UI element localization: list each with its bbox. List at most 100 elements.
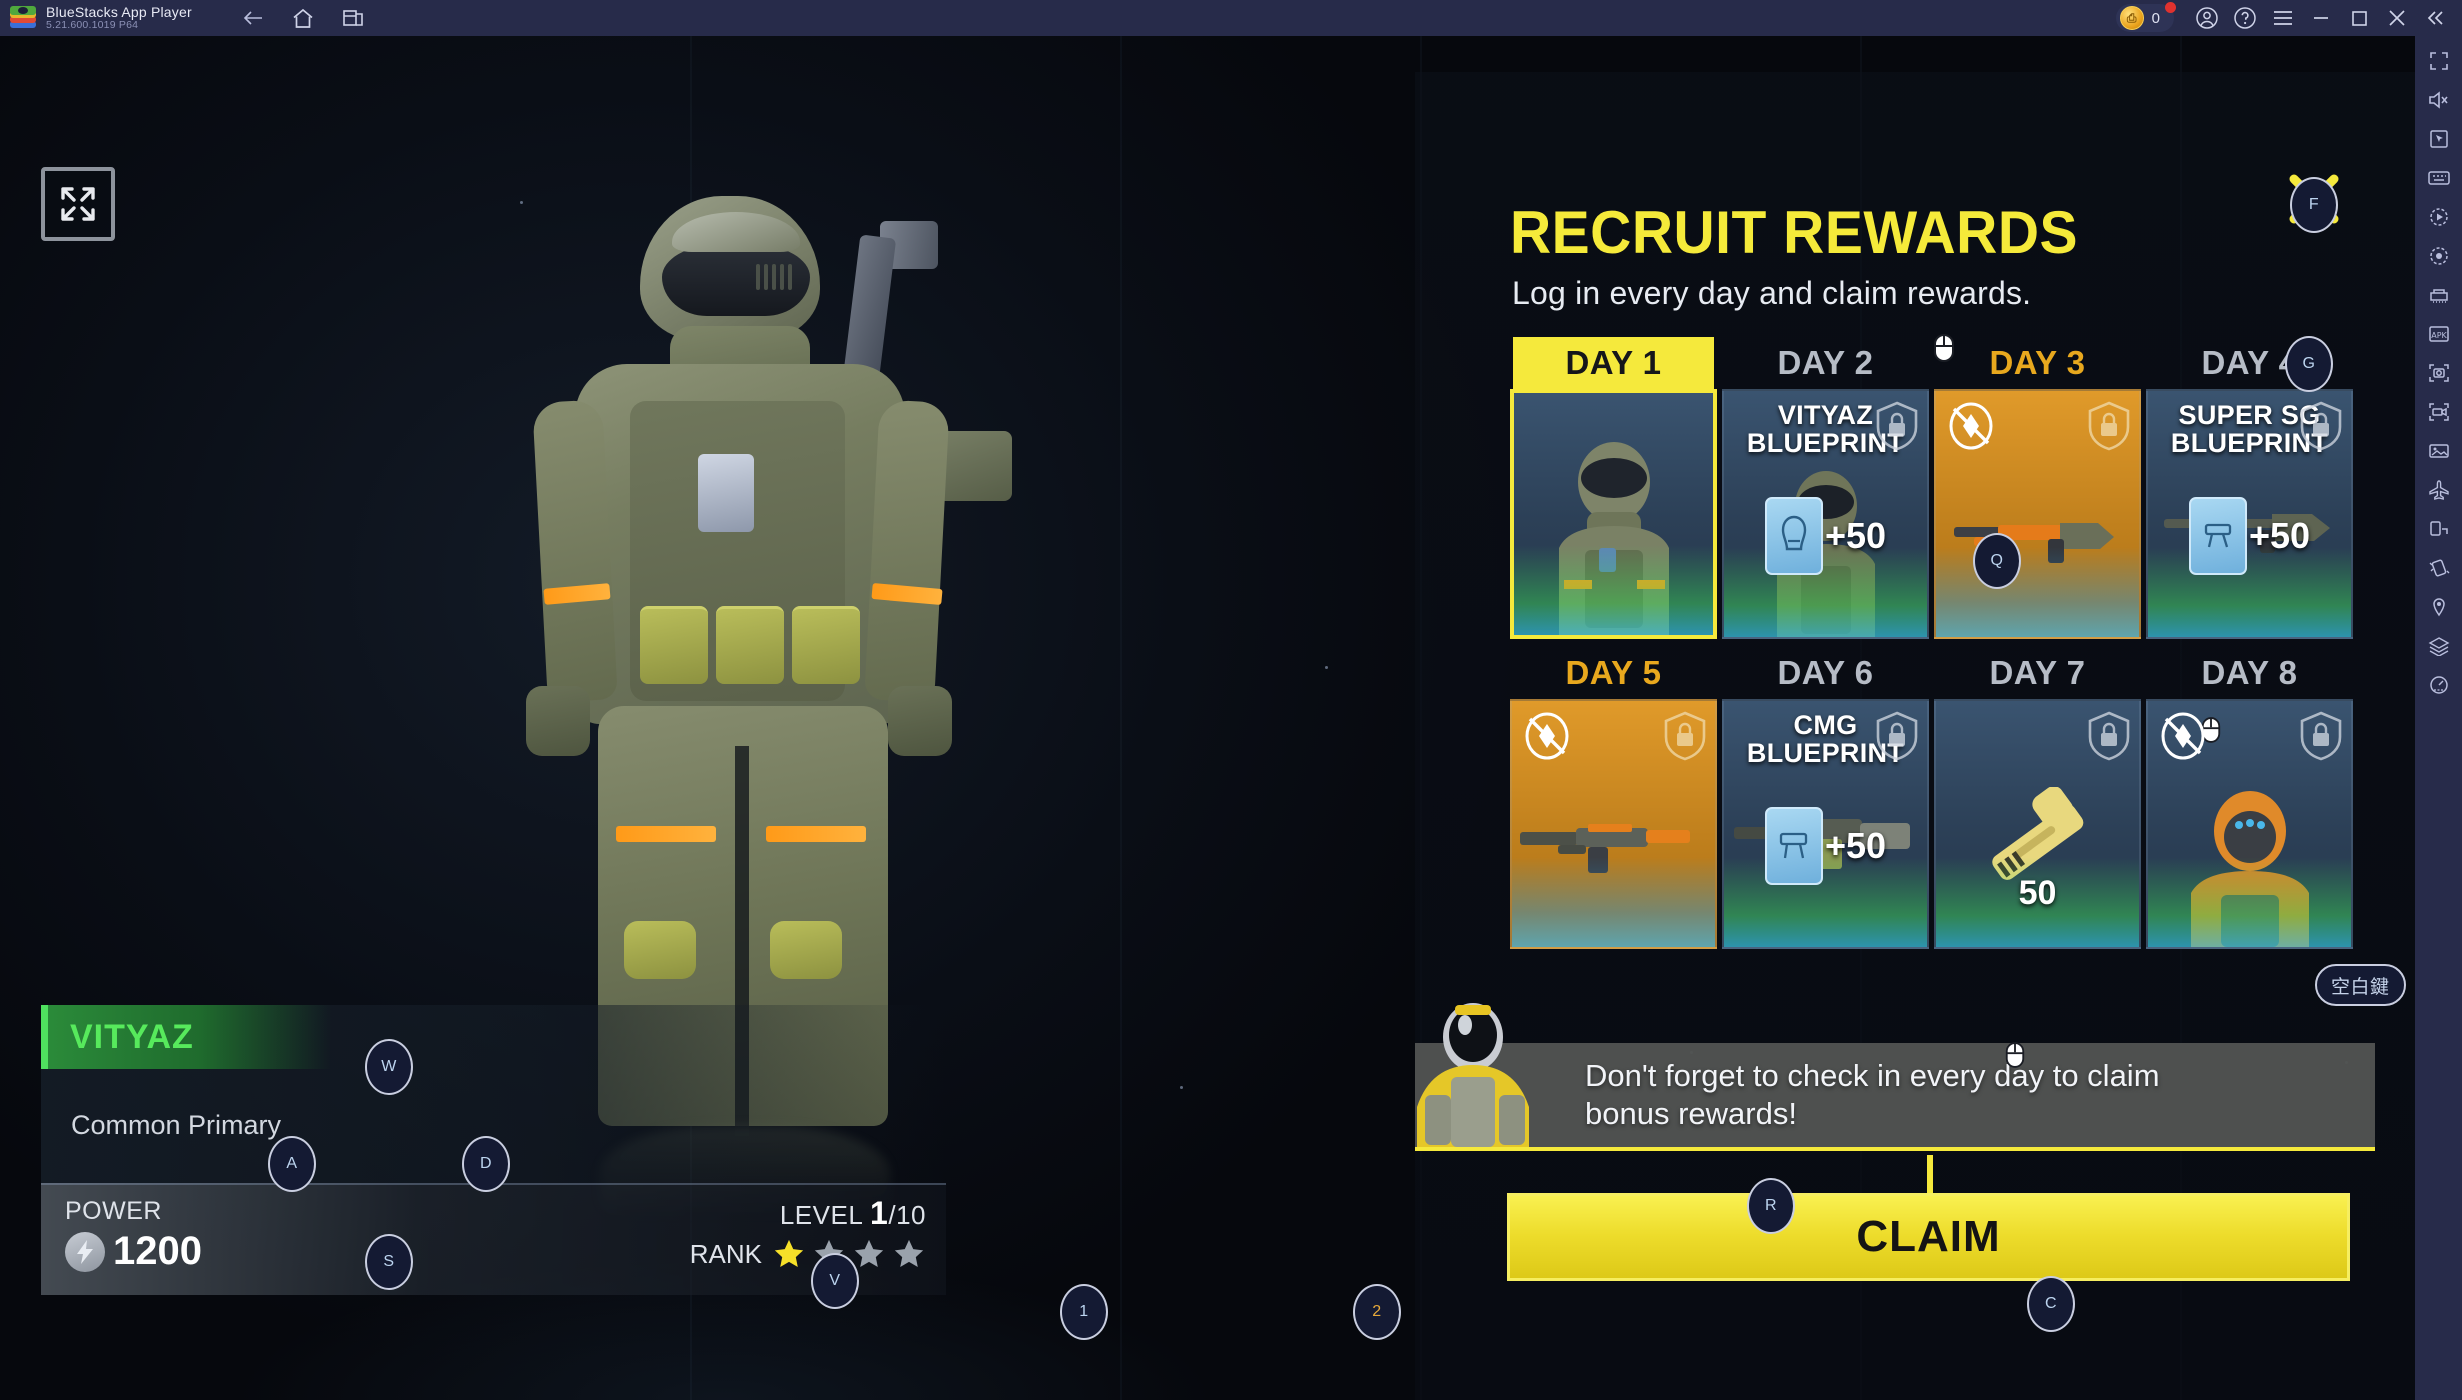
notification-dot: [2165, 2, 2176, 13]
tip-banner: Don't forget to check in every day to cl…: [1415, 1003, 2375, 1151]
key-badge-c[interactable]: C: [2027, 1276, 2075, 1332]
card-day-label: DAY 7: [1989, 654, 2086, 691]
title-bar: BlueStacks App Player 5.21.600.1019 P64 …: [0, 0, 2462, 36]
card-body: CMG BLUEPRINT +50: [1722, 699, 1929, 949]
key-label: Q: [1990, 552, 2004, 569]
account-icon[interactable]: [2188, 0, 2226, 36]
reward-card-day-2[interactable]: DAY 2 VITYAZ BLUEPRINT +50: [1722, 337, 1929, 647]
rank-star-empty-icon: [854, 1239, 884, 1268]
card-day-label: DAY 1: [1513, 337, 1714, 389]
level-display: LEVEL 1/10: [780, 1195, 926, 1232]
card-quantity: +50: [1724, 497, 1927, 575]
fullscreen-icon[interactable]: [2424, 48, 2454, 74]
blueprint-chip-icon: [1764, 807, 1823, 885]
bluestacks-window: BlueStacks App Player 5.21.600.1019 P64 …: [0, 0, 2462, 1400]
reward-card-day-5[interactable]: DAY 5: [1510, 647, 1717, 957]
claim-button[interactable]: CLAIM: [1507, 1193, 2350, 1281]
key-badge-d[interactable]: D: [462, 1136, 510, 1192]
blueprint-chip-icon: [1764, 497, 1823, 575]
key-badge-r[interactable]: R: [1747, 1178, 1795, 1234]
key-badge-s[interactable]: S: [365, 1234, 413, 1290]
lock-icon: [1664, 711, 1706, 761]
level-value: 1: [870, 1195, 889, 1231]
key-badge-g[interactable]: G: [2285, 336, 2333, 392]
card-quantity: 50: [2018, 874, 2057, 912]
macro-record-icon[interactable]: [2424, 243, 2454, 269]
character-rarity: Common Primary: [71, 1110, 282, 1140]
key-label: 1: [1079, 1303, 1089, 1320]
reward-card-day-3[interactable]: DAY 3: [1934, 337, 2141, 647]
key-label: 2: [1372, 1303, 1382, 1320]
macro-play-icon[interactable]: [2424, 204, 2454, 230]
key-badge-q[interactable]: Q: [1973, 533, 2021, 589]
mouse-cursor-icon: [1934, 334, 1954, 362]
mouse-cursor-icon: [2005, 1042, 2025, 1068]
rank-star-empty-icon: [894, 1239, 924, 1268]
lock-icon: [2300, 711, 2342, 761]
minimize-button[interactable]: [2302, 0, 2340, 36]
reward-card-day-7[interactable]: DAY 7 50: [1934, 647, 2141, 957]
back-icon[interactable]: [242, 8, 264, 28]
maximize-button[interactable]: [2340, 0, 2378, 36]
menu-icon[interactable]: [2264, 0, 2302, 36]
key-badge-1[interactable]: 1: [1060, 1284, 1108, 1340]
rank-star-filled-icon: [774, 1239, 804, 1268]
key-badge-v[interactable]: V: [811, 1253, 859, 1309]
speedometer-icon[interactable]: [2424, 672, 2454, 698]
key-label: V: [829, 1272, 841, 1289]
reward-card-day-8[interactable]: DAY 8: [2146, 647, 2353, 957]
airplane-icon[interactable]: [2424, 477, 2454, 503]
install-apk-icon[interactable]: APK: [2424, 321, 2454, 347]
tip-text: Don't forget to check in every day to cl…: [1585, 1057, 2160, 1131]
key-label: R: [1764, 1197, 1778, 1214]
qty-text: +50: [1824, 825, 1887, 866]
key-badge-a[interactable]: A: [268, 1136, 316, 1192]
shake-icon[interactable]: [2424, 555, 2454, 581]
rotate-screen-icon[interactable]: [2424, 516, 2454, 542]
card-day-label: DAY 6: [1777, 654, 1874, 691]
home-icon[interactable]: [292, 8, 314, 29]
blueprint-chip-icon: [2188, 497, 2247, 575]
page-title: RECRUIT REWARDS: [1510, 199, 2079, 267]
power-icon: [65, 1231, 105, 1272]
multi-instance-icon[interactable]: [342, 8, 364, 28]
screenshot-icon[interactable]: [2424, 360, 2454, 386]
keyboard-icon[interactable]: [2424, 165, 2454, 191]
close-button[interactable]: [2378, 0, 2416, 36]
coin-balance[interactable]: ⎙ 0: [2115, 2, 2176, 32]
card-body: [1510, 699, 1717, 949]
bluestacks-logo-icon: [10, 5, 36, 31]
rewards-grid: DAY 1 DAY 2 VITYAZ BLUEPRINT +50 DAY 3 D…: [1510, 337, 2353, 957]
layers-icon[interactable]: [2424, 633, 2454, 659]
lock-icon: [2300, 401, 2342, 451]
card-day-label: DAY 5: [1565, 654, 1662, 691]
multi-instance-manager-icon[interactable]: [2424, 282, 2454, 308]
record-screen-icon[interactable]: [2424, 399, 2454, 425]
location-icon[interactable]: [2424, 594, 2454, 620]
power-value: 1200: [113, 1229, 202, 1273]
key-badge-space[interactable]: 空白鍵: [2315, 964, 2406, 1006]
cursor-icon[interactable]: [2424, 126, 2454, 152]
expand-icon[interactable]: [41, 167, 115, 241]
card-day-label: DAY 8: [2201, 654, 2298, 691]
help-icon[interactable]: [2226, 0, 2264, 36]
title-nav-icons: [242, 8, 364, 29]
lock-icon: [2088, 401, 2130, 451]
game-viewport: RECRUIT REWARDS Log in every day and cla…: [0, 36, 2415, 1400]
reward-card-day-6[interactable]: DAY 6 CMG BLUEPRINT +50: [1722, 647, 1929, 957]
coin-icon: ⎙: [2119, 6, 2144, 30]
key-badge-w[interactable]: W: [365, 1039, 413, 1095]
power-label: POWER: [65, 1197, 162, 1225]
card-body: [1934, 389, 2141, 639]
title-text-block: BlueStacks App Player 5.21.600.1019 P64: [46, 4, 192, 32]
rank-label: RANK: [689, 1238, 762, 1269]
key-label: W: [381, 1058, 397, 1075]
qty-text: +50: [2248, 515, 2311, 556]
key-badge-2[interactable]: 2: [1353, 1284, 1401, 1340]
card-day-label: DAY 3: [1989, 344, 2086, 381]
media-manager-icon[interactable]: [2424, 438, 2454, 464]
collapse-sidebar-button[interactable]: [2416, 0, 2454, 36]
reward-card-day-1[interactable]: DAY 1: [1510, 337, 1717, 647]
key-badge-f[interactable]: F: [2290, 177, 2338, 233]
mute-icon[interactable]: [2424, 87, 2454, 113]
